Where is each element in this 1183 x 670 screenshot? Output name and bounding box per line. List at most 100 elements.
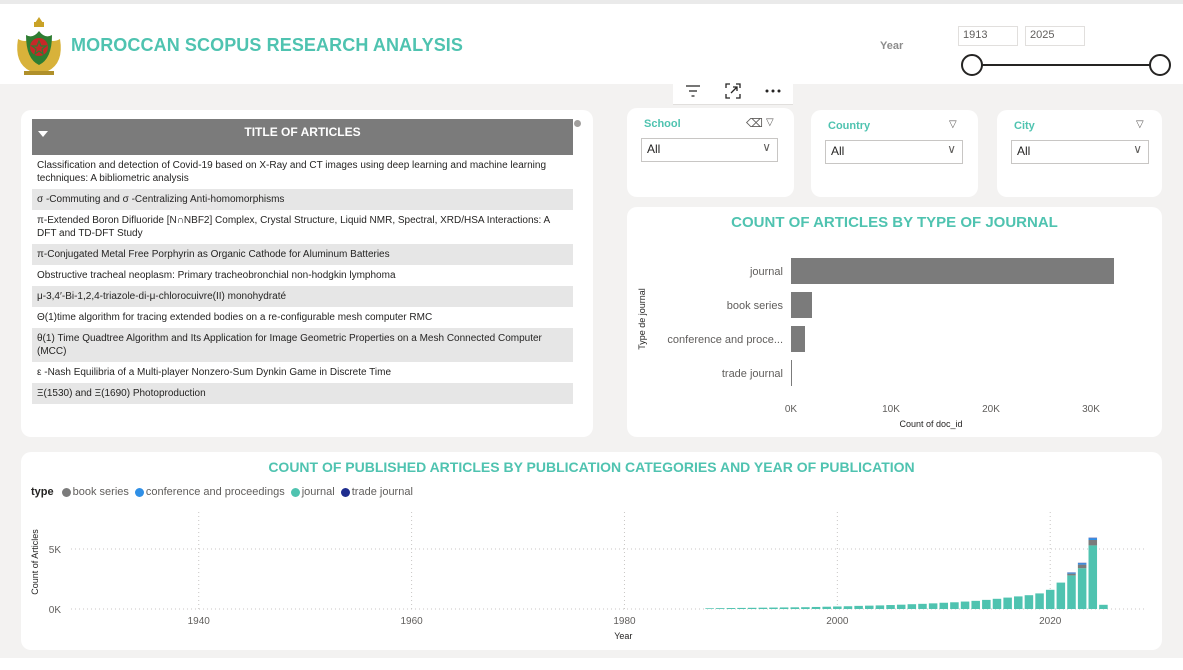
column-segment — [896, 604, 906, 609]
column-segment — [1024, 595, 1034, 609]
scrollbar-thumb[interactable] — [574, 120, 581, 127]
column-segment — [779, 607, 789, 609]
column-segment — [1045, 589, 1055, 609]
x-tick-label: 10K — [882, 404, 900, 415]
column-segment — [939, 602, 949, 609]
chevron-down-icon[interactable]: ▽ — [1136, 119, 1144, 130]
table-row[interactable]: μ-3,4′-Bi-1,2,4-triazole-di-μ-chlorocuiv… — [32, 286, 573, 307]
x-tick-label: 30K — [1082, 404, 1100, 415]
column-segment — [726, 608, 736, 609]
school-dropdown[interactable]: All ∨ — [641, 138, 778, 162]
journal-type-bar-chart: 0K 10K 20K 30K journal book series conference … — [637, 258, 1114, 429]
y-category-label: book series — [727, 300, 784, 312]
column-segment — [1056, 582, 1066, 609]
y-tick-label: 0K — [49, 605, 62, 616]
column-segment — [801, 607, 810, 609]
y-category-label: journal — [749, 266, 783, 278]
column-segment — [1077, 563, 1087, 565]
table-row[interactable]: Classification and detection of Covid-19… — [32, 155, 573, 189]
column-segment — [854, 605, 863, 609]
articles-table-header[interactable]: TITLE OF ARTICLES — [32, 119, 573, 155]
more-options-icon[interactable] — [761, 81, 785, 101]
y-category-label: trade journal — [722, 368, 783, 380]
school-slicer-title: School — [644, 118, 681, 130]
column-segment — [1088, 540, 1098, 546]
table-row[interactable]: Θ(1)time algorithm for tracing extended … — [32, 307, 573, 328]
column-segment — [907, 604, 917, 609]
table-row[interactable]: Ξ(1530) and Ξ(1690) Photoproduction — [32, 383, 573, 404]
column-segment — [790, 607, 800, 609]
chevron-down-icon[interactable]: ▽ — [766, 117, 774, 128]
column-segment — [811, 606, 821, 609]
morocco-coat-of-arms-logo — [17, 17, 61, 75]
column-segment — [1035, 593, 1044, 609]
x-tick-label: 20K — [982, 404, 1000, 415]
bar — [791, 292, 812, 318]
table-row[interactable]: π-Extended Boron Difluoride [N∩NBF2] Com… — [32, 210, 573, 244]
column-segment — [747, 607, 757, 609]
publications-by-year-chart-card: COUNT OF PUBLISHED ARTICLES BY PUBLICATI… — [21, 452, 1162, 650]
country-dropdown-value: All — [831, 144, 845, 158]
table-row[interactable]: π-Conjugated Metal Free Porphyrin as Org… — [32, 244, 573, 265]
column-segment — [1014, 596, 1023, 609]
year-slider-start-handle[interactable] — [961, 54, 983, 76]
table-row[interactable]: σ -Commuting and σ -Centralizing Anti-ho… — [32, 189, 573, 210]
column-segment — [843, 606, 853, 609]
table-row[interactable]: ε -Nash Equilibria of a Multi-player Non… — [32, 362, 573, 383]
column-segment — [758, 607, 768, 609]
column-segment — [769, 607, 778, 609]
year-min-input[interactable]: 1913 — [958, 26, 1018, 46]
column-segment — [875, 605, 885, 609]
country-slicer-title: Country — [828, 120, 871, 132]
column-segment — [1088, 538, 1098, 540]
chevron-down-icon: ∨ — [1133, 142, 1142, 156]
x-tick-label: 1940 — [188, 616, 211, 627]
x-tick-label: 1960 — [400, 616, 423, 627]
table-row[interactable]: Obstructive tracheal neoplasm: Primary t… — [32, 265, 573, 286]
report-header: MOROCCAN SCOPUS RESEARCH ANALYSIS Year 1… — [0, 4, 1183, 84]
column-segment — [822, 606, 831, 609]
x-tick-label: 0K — [785, 404, 798, 415]
column-segment — [992, 598, 1002, 609]
journal-type-chart-card: COUNT OF ARTICLES BY TYPE OF JOURNAL 0K 1… — [627, 207, 1162, 437]
chevron-down-icon: ∨ — [947, 142, 956, 156]
year-max-input[interactable]: 2025 — [1025, 26, 1085, 46]
sort-caret-icon[interactable] — [38, 131, 48, 137]
bar — [791, 258, 1114, 284]
x-tick-label: 2000 — [826, 616, 849, 627]
column-segment — [886, 605, 895, 609]
column-segment — [918, 603, 927, 609]
column-segment — [1067, 572, 1076, 574]
column-segment — [1099, 604, 1108, 609]
focus-mode-icon[interactable] — [721, 81, 745, 101]
year-slider-end-handle[interactable] — [1149, 54, 1171, 76]
table-row[interactable]: θ(1) Time Quadtree Algorithm and Its App… — [32, 328, 573, 362]
bar — [791, 326, 805, 352]
clear-selections-icon[interactable]: ⌫ — [746, 116, 763, 130]
column-segment — [1077, 564, 1087, 569]
bottom-scroll-strip — [0, 658, 1183, 670]
country-slicer: Country ▽ All ∨ — [811, 110, 978, 197]
column-segment — [865, 605, 874, 609]
articles-list: Classification and detection of Covid-19… — [32, 155, 573, 428]
x-tick-label: 2020 — [1039, 616, 1062, 627]
school-slicer: School ⌫ ▽ All ∨ — [627, 108, 794, 197]
column-segment — [1067, 575, 1076, 609]
report-title: MOROCCAN SCOPUS RESEARCH ANALYSIS — [71, 35, 464, 55]
x-tick-label: 1980 — [613, 616, 636, 627]
x-axis-label: Count of doc_id — [899, 419, 962, 429]
city-dropdown[interactable]: All ∨ — [1011, 140, 1149, 164]
country-dropdown[interactable]: All ∨ — [825, 140, 963, 164]
y-axis-label: Type de journal — [637, 288, 647, 350]
column-segment — [971, 600, 980, 609]
chevron-down-icon[interactable]: ▽ — [949, 119, 957, 130]
column-segment — [1067, 573, 1076, 576]
publications-stacked-column-chart: 0K 5K 1940 1960 1980 2000 2020 Year Count of Art… — [30, 512, 1146, 641]
column-segment — [737, 607, 746, 609]
city-slicer: City ▽ All ∨ — [997, 110, 1162, 197]
year-slider-track[interactable] — [972, 64, 1160, 66]
column-segment — [1088, 545, 1098, 609]
column-segment — [950, 602, 959, 609]
column-segment — [705, 608, 714, 609]
filter-icon[interactable] — [681, 81, 705, 101]
